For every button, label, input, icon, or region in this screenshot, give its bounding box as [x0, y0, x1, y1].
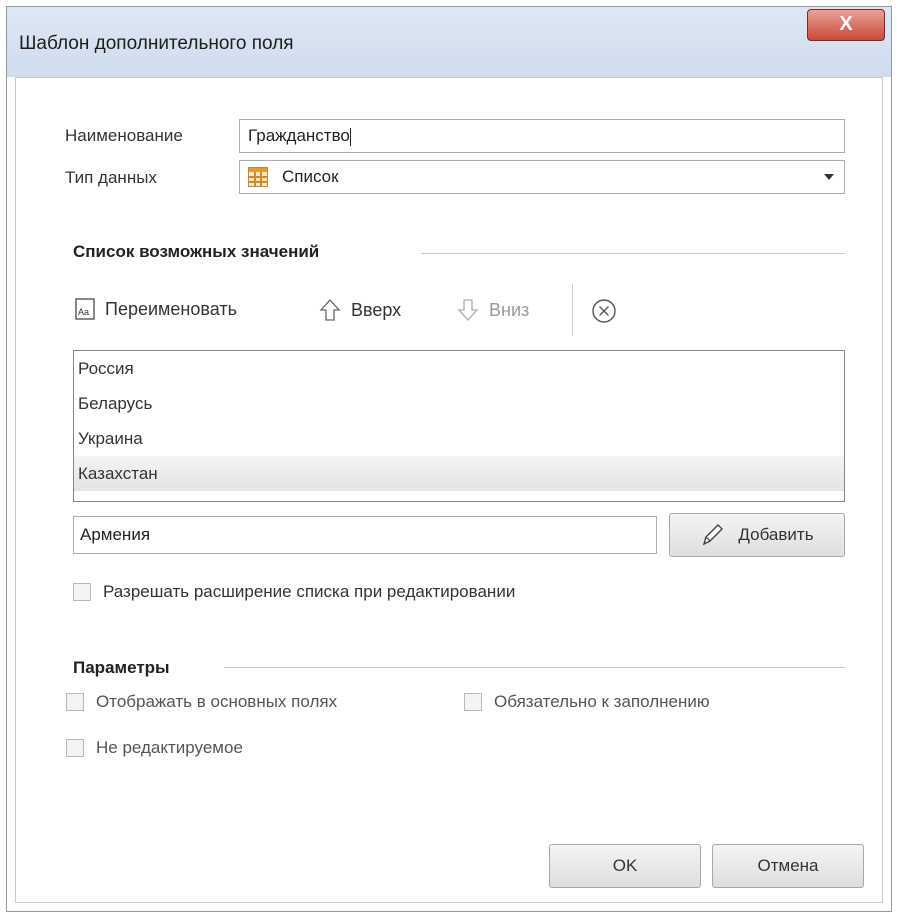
- arrow-up-icon: [319, 299, 341, 321]
- type-select-value: Список: [282, 167, 339, 186]
- show-in-main-label: Отображать в основных полях: [96, 692, 338, 711]
- type-label: Тип данных: [65, 168, 157, 187]
- close-button[interactable]: X: [807, 9, 885, 41]
- window-title: Шаблон дополнительного поля: [19, 33, 294, 54]
- params-section-title: Параметры: [73, 658, 170, 677]
- toolbar-separator: [572, 284, 573, 336]
- allow-extend-label: Разрешать расширение списка при редактир…: [103, 582, 516, 601]
- move-down-label: Вниз: [489, 299, 530, 320]
- readonly-checkbox[interactable]: [66, 739, 84, 757]
- show-in-main-checkbox[interactable]: [66, 693, 84, 711]
- move-down-button[interactable]: Вниз: [457, 298, 529, 322]
- text-cursor: [349, 127, 351, 146]
- values-listbox[interactable]: Россия Беларусь Украина Казахстан: [73, 350, 845, 502]
- arrow-down-icon: [457, 299, 479, 321]
- close-icon: X: [839, 13, 853, 35]
- values-section-divider: [421, 253, 845, 254]
- pencil-icon: [703, 524, 724, 546]
- list-item[interactable]: Беларусь: [74, 386, 844, 421]
- svg-text:Aa: Aa: [78, 307, 89, 317]
- name-input[interactable]: Гражданство: [239, 119, 845, 153]
- cancel-button[interactable]: Отмена: [712, 844, 864, 888]
- dialog-window: Шаблон дополнительного поля X Наименован…: [6, 6, 892, 912]
- add-button[interactable]: Добавить: [669, 513, 845, 557]
- cancel-button-label: Отмена: [757, 856, 819, 875]
- allow-extend-checkbox-row[interactable]: Разрешать расширение списка при редактир…: [73, 582, 515, 602]
- readonly-label: Не редактируемое: [96, 738, 243, 757]
- rename-label: Переименовать: [105, 298, 237, 319]
- required-checkbox[interactable]: [464, 693, 482, 711]
- allow-extend-checkbox[interactable]: [73, 583, 91, 601]
- title-bar: Шаблон дополнительного поля X: [7, 7, 891, 77]
- rename-button[interactable]: Aa Переименовать: [75, 298, 237, 320]
- ok-button-label: OK: [612, 856, 638, 875]
- values-section-title: Список возможных значений: [73, 242, 320, 261]
- params-section-divider: [224, 667, 845, 668]
- list-item-selected[interactable]: Казахстан: [74, 456, 844, 491]
- delete-button[interactable]: [591, 298, 617, 324]
- readonly-checkbox-row[interactable]: Не редактируемое: [66, 738, 243, 758]
- dialog-body: Наименование Гражданство Тип данных Спис…: [15, 77, 883, 903]
- move-up-label: Вверх: [351, 299, 402, 320]
- add-button-label: Добавить: [738, 525, 814, 544]
- type-select[interactable]: Список: [239, 160, 845, 194]
- list-grid-icon: [248, 167, 268, 187]
- chevron-down-icon: [824, 174, 834, 180]
- required-label: Обязательно к заполнению: [494, 692, 710, 711]
- delete-circle-icon: [592, 299, 616, 323]
- show-in-main-checkbox-row[interactable]: Отображать в основных полях: [66, 692, 337, 712]
- list-item[interactable]: Украина: [74, 421, 844, 456]
- new-value-text: Армения: [80, 525, 151, 544]
- move-up-button[interactable]: Вверх: [319, 298, 401, 322]
- name-input-value: Гражданство: [248, 126, 350, 145]
- rename-icon: Aa: [75, 298, 95, 320]
- list-item[interactable]: Россия: [74, 351, 844, 386]
- required-checkbox-row[interactable]: Обязательно к заполнению: [464, 692, 710, 712]
- ok-button[interactable]: OK: [549, 844, 701, 888]
- name-label: Наименование: [65, 126, 183, 145]
- new-value-input[interactable]: Армения: [73, 516, 657, 554]
